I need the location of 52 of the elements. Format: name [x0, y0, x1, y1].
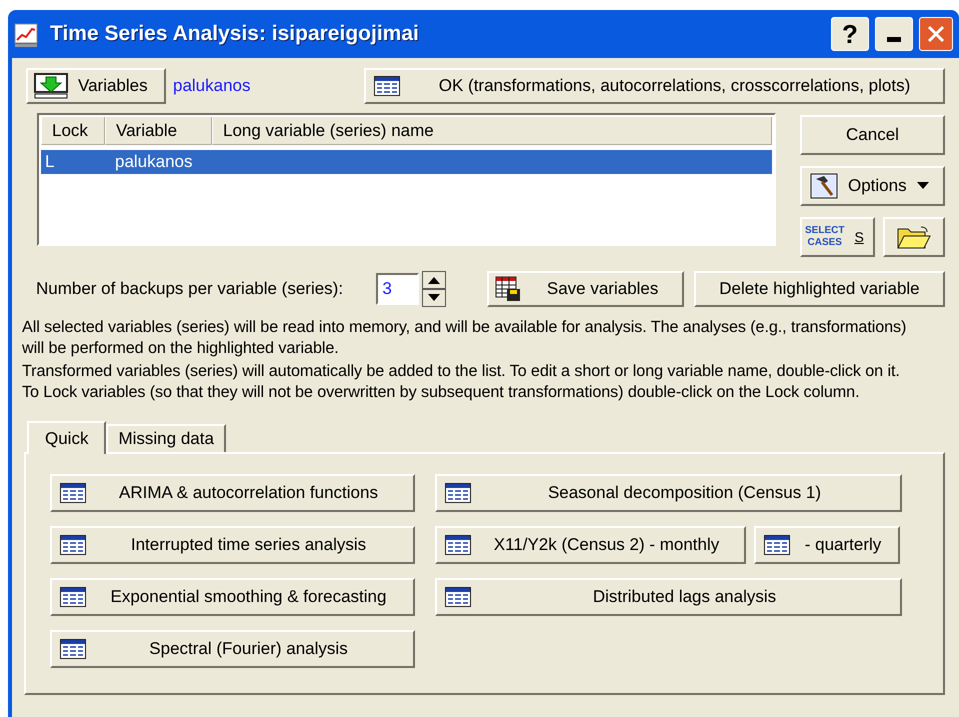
analysis-button[interactable]: X11/Y2k (Census 2) - monthly [435, 526, 746, 564]
note-text: will be performed on the highlighted variable. [22, 338, 340, 359]
note-text: All selected variables (series) will be read into memory, and will be available for analysis. The analyses (e.g., transformations) [22, 317, 908, 338]
ok-button[interactable]: OK (transformations, autocorrelations, crosscorrelations, plots) [364, 68, 945, 104]
minimize-button[interactable] [875, 17, 913, 51]
analysis-button[interactable]: ARIMA & autocorrelation functions [50, 474, 415, 512]
analysis-button[interactable]: Interrupted time series analysis [50, 526, 415, 564]
tab[interactable]: Missing data [106, 424, 226, 452]
table-icon [60, 639, 86, 659]
analysis-button[interactable]: Spectral (Fourier) analysis [50, 630, 415, 668]
caret-icon [916, 182, 929, 190]
table-icon [60, 483, 86, 503]
help-button[interactable]: ? [831, 17, 869, 51]
close-button[interactable] [919, 17, 953, 51]
open-folder-button[interactable] [883, 217, 945, 257]
variables-button[interactable]: Variables [26, 68, 166, 104]
close-icon [926, 24, 946, 44]
tab[interactable]: Quick [27, 421, 106, 454]
table-icon [445, 535, 471, 555]
folder-icon [897, 225, 931, 249]
window-title: Time Series Analysis: isipareigojimai [50, 21, 420, 48]
table-icon [445, 483, 471, 503]
note-text: To Lock variables (so that they will not be overwritten by subsequent transformations) double-click on the Lock column. [22, 382, 860, 403]
select-cases-icon: SELECT CASES [805, 225, 844, 249]
table-icon [60, 535, 86, 555]
minimize-icon [887, 37, 901, 42]
column-header[interactable]: Long variable (series) name [212, 117, 772, 145]
table-cell-text: L [44, 151, 56, 174]
table-icon [764, 535, 790, 555]
cancel-button[interactable]: Cancel [800, 115, 945, 155]
analysis-button[interactable]: - quarterly [754, 526, 900, 564]
column-header[interactable]: Lock [41, 117, 105, 145]
table-disk-icon [495, 276, 522, 302]
column-header[interactable]: Variable [105, 117, 212, 145]
analysis-button[interactable]: Seasonal decomposition (Census 1) [435, 474, 902, 512]
note-text: Transformed variables (series) will automatically be added to the list. To edit a short or long variable name, double-click on it. [22, 361, 901, 382]
backups-label: Number of backups per variable (series): [36, 278, 344, 300]
save-variables-button[interactable]: Save variables [487, 271, 684, 307]
spinner-control[interactable] [422, 271, 446, 307]
selected-variable-label: palukanos [173, 75, 252, 98]
table-icon [445, 587, 471, 607]
table-cell-text: palukanos [114, 151, 194, 174]
analysis-button[interactable]: Exponential smoothing & forecasting [50, 578, 415, 616]
monitor-arrow-icon [34, 73, 68, 99]
table-icon [374, 76, 400, 96]
delete-variable-button[interactable]: Delete highlighted variable [694, 271, 945, 307]
list-row[interactable]: L palukanos [41, 150, 772, 174]
hammer-icon [810, 173, 838, 199]
options-button[interactable]: Options [800, 166, 945, 206]
table-icon [60, 587, 86, 607]
backups-input[interactable]: 3 [376, 273, 420, 305]
analysis-button[interactable]: Distributed lags analysis [435, 578, 902, 616]
